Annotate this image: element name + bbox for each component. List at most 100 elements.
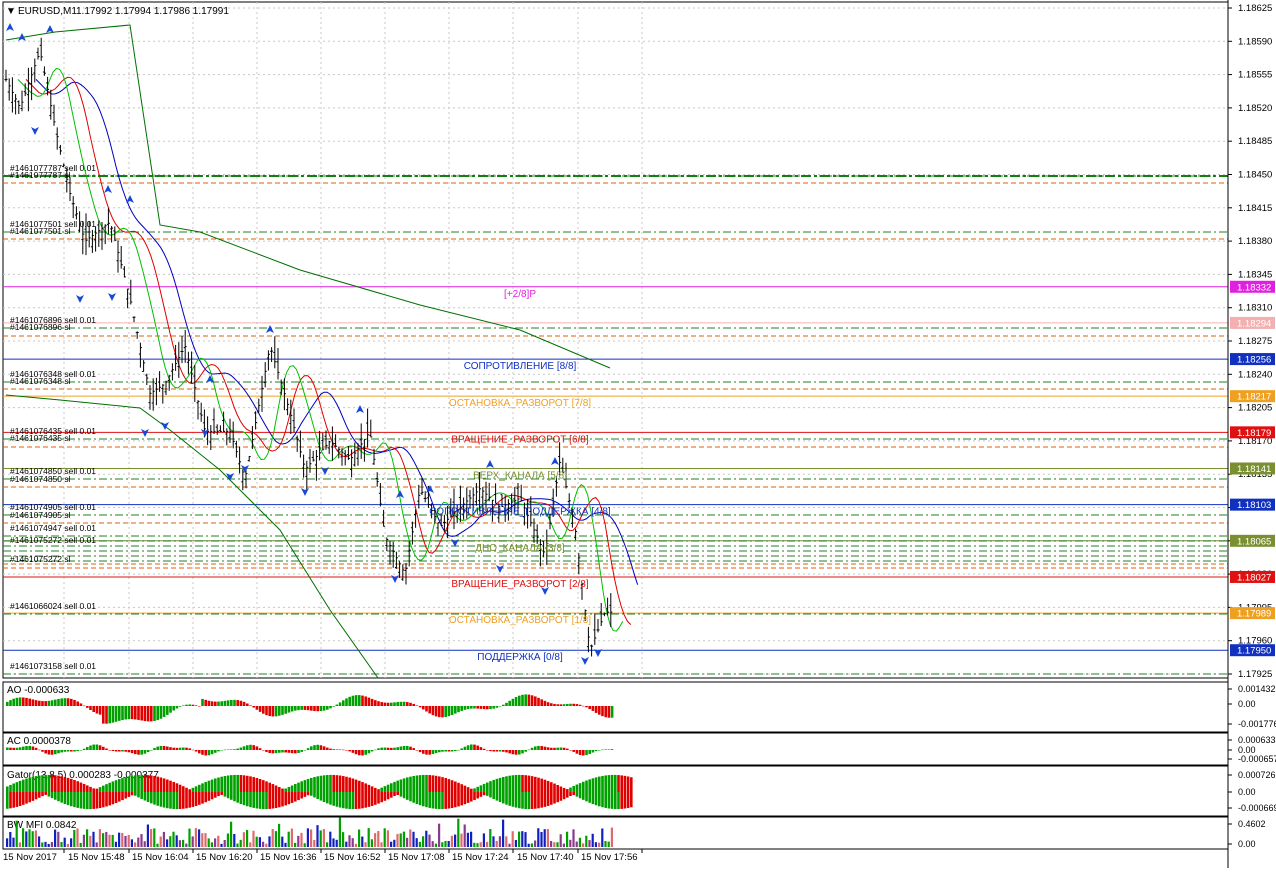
order-label[interactable]: #1461075272 sell 0.01: [10, 535, 96, 545]
histogram-bar: [12, 698, 15, 706]
gator-upper-bar: [265, 781, 268, 792]
gator-lower-bar: [345, 792, 348, 809]
order-label[interactable]: #1461076896 sl: [10, 322, 71, 332]
histogram-bar: [57, 698, 60, 706]
gator-upper-bar: [553, 783, 556, 792]
order-label[interactable]: #1461077501 sl: [10, 226, 71, 236]
ao-subwindow[interactable]: AO -0.000633: [2, 681, 1229, 733]
gator-lower-bar: [127, 792, 131, 797]
gator-upper-bar: [530, 776, 534, 792]
gator-upper-bar: [431, 775, 435, 792]
gator-upper-bar: [188, 789, 191, 792]
histogram-bar: [223, 700, 227, 706]
histogram-bar: [358, 750, 361, 756]
histogram-bar: [86, 706, 89, 708]
gator-upper-bar: [319, 775, 323, 792]
mfi-bar: [79, 842, 82, 847]
mfi-subwindow[interactable]: BW MFI 0.0842: [2, 816, 1229, 850]
gator-lower-bar: [162, 792, 166, 808]
histogram-bar: [354, 750, 358, 755]
histogram-bar: [121, 706, 124, 721]
gator-lower-bar: [169, 792, 172, 809]
mfi-bar: [511, 831, 514, 847]
mfi-bar: [114, 841, 117, 847]
order-label[interactable]: #1461074850 sl: [10, 474, 71, 484]
gator-lower-bar: [300, 792, 303, 799]
mfi-bar: [63, 837, 66, 847]
gator-lower-bar: [76, 792, 79, 808]
price-tag-text: 1.18217: [1237, 392, 1271, 403]
order-label[interactable]: #1461073158 sell 0.01: [10, 661, 96, 671]
mfi-bar: [422, 836, 425, 847]
mfi-bar: [604, 841, 607, 847]
gator-lower-bar: [150, 792, 153, 804]
histogram-bar: [204, 699, 207, 706]
mfi-bar: [156, 843, 159, 847]
gator-upper-bar: [220, 776, 223, 792]
price-tick-label: 1.17925: [1238, 669, 1272, 680]
time-label: 15 Nov 16:20: [196, 852, 253, 863]
histogram-bar: [348, 696, 351, 706]
gator-lower-bar: [553, 792, 556, 804]
histogram-bar: [214, 701, 217, 706]
histogram-bar: [22, 746, 25, 750]
mfi-bar: [127, 834, 130, 847]
histogram-bar: [105, 748, 108, 750]
gator-subwindow[interactable]: Gator(13,8,5) 0.000283 -0.000377: [2, 765, 1229, 817]
histogram-bar: [326, 706, 329, 710]
gator-upper-bar: [185, 787, 188, 792]
gator-upper-bar: [50, 775, 54, 792]
gator-upper-bar: [546, 780, 550, 792]
histogram-bar: [335, 749, 339, 750]
histogram-bar: [460, 748, 463, 750]
mfi-bar: [162, 831, 165, 847]
chevron-down-icon[interactable]: ▼: [6, 6, 16, 17]
histogram-bar: [422, 750, 425, 754]
gator-upper-bar: [450, 780, 454, 792]
gator-lower-bar: [73, 792, 76, 808]
gator-lower-bar: [310, 792, 313, 796]
gator-lower-bar: [146, 792, 150, 802]
histogram-bar: [479, 747, 483, 750]
ac-subwindow[interactable]: AC 0.0000378: [2, 732, 1229, 766]
price-chart-svg[interactable]: #1461077787 sell 0.01#1461077787 sl#1461…: [0, 0, 1276, 868]
sub-tick-label: 0.4602: [1238, 819, 1266, 829]
gator-upper-bar: [572, 786, 575, 792]
mfi-bar: [470, 831, 473, 847]
mfi-bar: [326, 842, 329, 847]
gator-upper-bar: [476, 786, 479, 792]
gator-upper-bar: [114, 780, 118, 792]
histogram-bar: [431, 706, 435, 716]
mfi-bar: [294, 842, 297, 847]
histogram-bar: [434, 750, 438, 754]
histogram-bar: [332, 706, 335, 707]
histogram-bar: [527, 694, 531, 706]
order-label[interactable]: #1461074905 sl: [10, 510, 71, 520]
mfi-bar: [198, 829, 201, 847]
gator-upper-bar: [86, 785, 89, 792]
histogram-bar: [540, 746, 543, 750]
histogram-bar: [188, 704, 191, 706]
histogram-bar: [338, 749, 342, 750]
order-label[interactable]: #1461076435 sl: [10, 433, 71, 443]
mfi-bar: [518, 831, 521, 847]
gator-upper-bar: [386, 784, 390, 792]
order-label[interactable]: #1461077787 sl: [10, 170, 71, 180]
histogram-bar: [12, 747, 15, 750]
gator-lower-bar: [409, 792, 412, 802]
gator-lower-bar: [358, 792, 361, 809]
mfi-bar: [73, 830, 76, 847]
order-label[interactable]: #1461066024 sell 0.01: [10, 601, 96, 611]
price-tag-text: 1.18256: [1237, 355, 1271, 366]
gator-upper-bar: [255, 777, 259, 792]
histogram-bar: [399, 746, 403, 750]
order-label[interactable]: #1461076348 sl: [10, 376, 71, 386]
mfi-bar: [6, 838, 9, 847]
gator-lower-bar: [367, 792, 371, 807]
order-label[interactable]: #1461074947 sell 0.01: [10, 523, 96, 533]
order-label[interactable]: #1461075272 sl: [10, 554, 71, 564]
gator-upper-bar: [383, 786, 387, 792]
histogram-bar: [210, 701, 214, 706]
histogram-bar: [572, 750, 575, 752]
gator-lower-bar: [262, 792, 265, 810]
